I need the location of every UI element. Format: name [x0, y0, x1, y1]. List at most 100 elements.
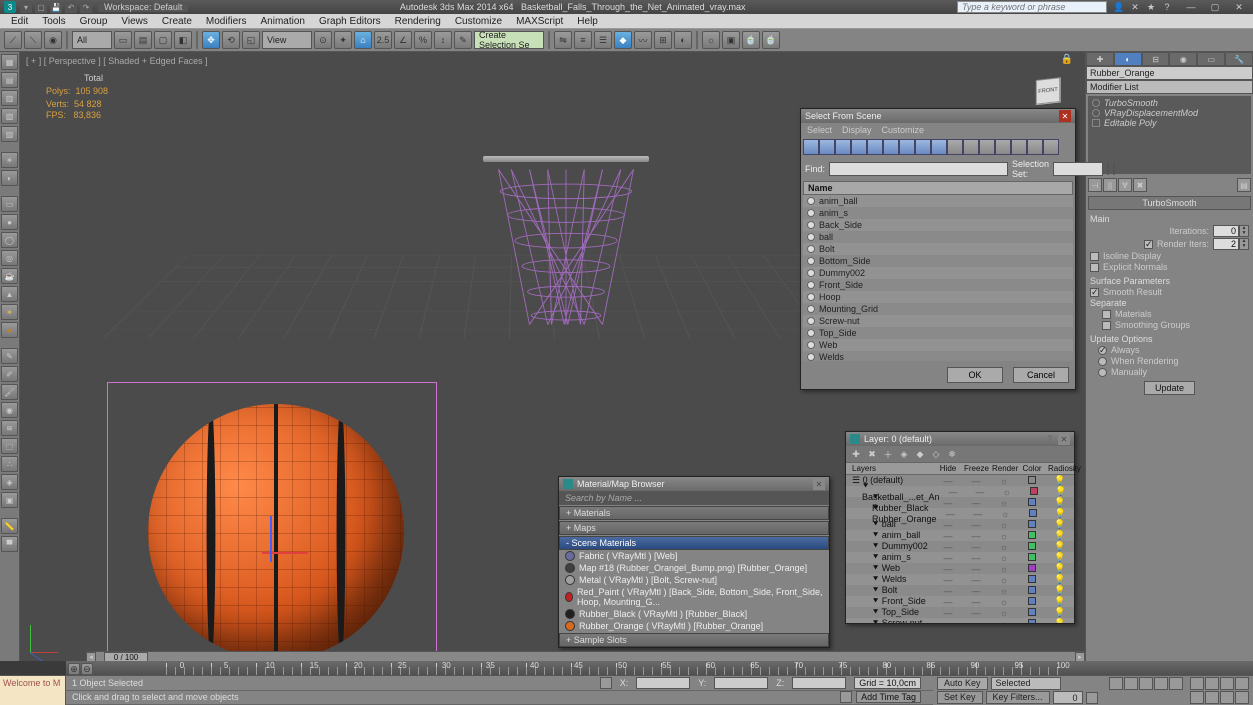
- prim-geo-icon[interactable]: ●: [1, 322, 18, 338]
- play-icon[interactable]: [1139, 677, 1153, 690]
- vnav-region-icon[interactable]: [1205, 691, 1219, 704]
- layer-row[interactable]: ⯆ Screw-nut——☼💡: [846, 618, 1074, 623]
- prim-sphere-icon[interactable]: ●: [1, 214, 18, 230]
- dlg-mat-sect-maps[interactable]: + Maps: [559, 521, 829, 535]
- material-item[interactable]: Rubber_Black ( VRayMtl ) [Rubber_Black]: [559, 608, 829, 620]
- prim-box-icon[interactable]: ▭: [1, 196, 18, 212]
- iterations-spinner[interactable]: ▲▼: [1213, 225, 1249, 237]
- favorite-icon[interactable]: ★: [1145, 1, 1157, 13]
- time-slider-next-icon[interactable]: ▸: [1075, 652, 1085, 662]
- select-icon[interactable]: ▭: [114, 31, 132, 49]
- flt-bone-icon[interactable]: [931, 139, 947, 155]
- upd-always-radio[interactable]: [1098, 346, 1107, 355]
- dlg-mat-list[interactable]: Fabric ( VRayMtl ) [Web]Map #18 (Rubber_…: [559, 550, 829, 632]
- pivot-icon[interactable]: ⊙: [314, 31, 332, 49]
- layer-row[interactable]: ⯆ Dummy002——☼💡: [846, 541, 1074, 552]
- autokey-button[interactable]: Auto Key: [937, 677, 988, 690]
- brush2-icon[interactable]: ✐: [1, 366, 18, 382]
- render-iters-check[interactable]: [1144, 240, 1153, 249]
- menu-help[interactable]: Help: [570, 16, 605, 27]
- help-search-input[interactable]: [957, 1, 1107, 13]
- flt-cam-icon[interactable]: [851, 139, 867, 155]
- measure-icon[interactable]: 📏: [1, 518, 18, 534]
- dlg-layer-close-icon[interactable]: ✕: [1058, 433, 1070, 445]
- list-item[interactable]: Back_Side: [803, 219, 1073, 231]
- layer-row[interactable]: ⯆ Web——☼💡: [846, 563, 1074, 574]
- snaptoggle-icon[interactable]: 2.5: [374, 31, 392, 49]
- manip-icon[interactable]: ✦: [334, 31, 352, 49]
- help-icon[interactable]: ?: [1161, 1, 1173, 13]
- timeconfig-icon[interactable]: [1086, 692, 1098, 704]
- layer-row[interactable]: ⯆ ball——☼💡: [846, 519, 1074, 530]
- dlg-layer-help-icon[interactable]: ?: [1047, 434, 1052, 444]
- dyn-icon[interactable]: ◈: [1, 474, 18, 490]
- menu-views[interactable]: Views: [114, 16, 155, 27]
- poly-edge-icon[interactable]: ▤: [1, 72, 18, 88]
- qundo-icon[interactable]: ↶: [65, 1, 77, 13]
- maxscript-mini-listener[interactable]: Welcome to M: [0, 676, 66, 705]
- material-item[interactable]: Red_Paint ( VRayMtl ) [Back_Side, Bottom…: [559, 586, 829, 608]
- list-item[interactable]: Front_Side: [803, 279, 1073, 291]
- workspace-selector[interactable]: Workspace: Default: [98, 2, 188, 12]
- poly-obj-icon[interactable]: ▨: [1, 126, 18, 142]
- dlg-mat-close-icon[interactable]: ✕: [813, 478, 825, 490]
- selection-filter-dropdown[interactable]: All: [72, 31, 112, 49]
- add-time-tag[interactable]: Add Time Tag: [856, 691, 921, 703]
- poly-face-icon[interactable]: ▥: [1, 90, 18, 106]
- layer-row[interactable]: ⯆ anim_ball——☼💡: [846, 530, 1074, 541]
- flt-a-icon[interactable]: [947, 139, 963, 155]
- layer-row[interactable]: ⯆ Bolt——☼💡: [846, 585, 1074, 596]
- dlg-select-list[interactable]: anim_ballanim_sBack_SideballBoltBottom_S…: [803, 195, 1073, 361]
- unique-icon[interactable]: ∀: [1118, 178, 1132, 192]
- material-item[interactable]: Map #18 (Rubber_Orangel_Bump.png) [Rubbe…: [559, 562, 829, 574]
- mirror-icon[interactable]: ⇋: [554, 31, 572, 49]
- renderiters-spinner[interactable]: ▲▼: [1213, 238, 1249, 250]
- dlg-mat-search-input[interactable]: Search by Name ...: [559, 491, 829, 505]
- curveed-icon[interactable]: 〰: [634, 31, 652, 49]
- tab-display-icon[interactable]: ▭: [1197, 52, 1225, 66]
- qsave-icon[interactable]: 💾: [50, 1, 62, 13]
- qredo-icon[interactable]: ↷: [80, 1, 92, 13]
- sep-mat-check[interactable]: [1102, 310, 1111, 319]
- selectlink-icon[interactable]: ⟋: [4, 31, 22, 49]
- list-item[interactable]: Hoop: [803, 291, 1073, 303]
- light-spot-icon[interactable]: ◐: [1, 170, 18, 186]
- dlg-select-menu-select[interactable]: Select: [807, 125, 832, 135]
- menu-grapheditors[interactable]: Graph Editors: [312, 16, 388, 27]
- vnav-max-icon[interactable]: [1235, 691, 1249, 704]
- layer-del-icon[interactable]: ✖: [865, 447, 879, 461]
- dlg-select-cancel-button[interactable]: Cancel: [1013, 367, 1069, 383]
- schview-icon[interactable]: ⊞: [654, 31, 672, 49]
- layer-new-icon[interactable]: ✚: [849, 447, 863, 461]
- prim-torus-icon[interactable]: ◎: [1, 250, 18, 266]
- flt-helper-icon[interactable]: [867, 139, 883, 155]
- light-omni-icon[interactable]: ☀: [1, 304, 18, 320]
- flt-geom-icon[interactable]: [803, 139, 819, 155]
- dlg-select-menu-customize[interactable]: Customize: [882, 125, 925, 135]
- vnav-zoomall-icon[interactable]: [1220, 677, 1234, 690]
- rectselect-icon[interactable]: ▢: [154, 31, 172, 49]
- flt-e-icon[interactable]: [1011, 139, 1027, 155]
- time-slider[interactable]: ◂ 0 / 100 ▸: [86, 651, 1085, 661]
- renderframe-icon[interactable]: ▣: [722, 31, 740, 49]
- rotate-icon[interactable]: ⟲: [222, 31, 240, 49]
- scene-object-ball[interactable]: [148, 404, 404, 660]
- dlg-mat-sect-sample[interactable]: + Sample Slots: [559, 633, 829, 647]
- tab-motion-icon[interactable]: ◉: [1169, 52, 1197, 66]
- goto-start-icon[interactable]: [1109, 677, 1123, 690]
- flt-b-icon[interactable]: [963, 139, 979, 155]
- dlg-select-opt2-icon[interactable]: [1113, 163, 1115, 175]
- renderlast-icon[interactable]: 🍵: [762, 31, 780, 49]
- unlink-icon[interactable]: ⟍: [24, 31, 42, 49]
- spinnersnap-icon[interactable]: ↕: [434, 31, 452, 49]
- dlg-select-find-input[interactable]: [829, 162, 1008, 176]
- vnav-orbit-icon[interactable]: [1220, 691, 1234, 704]
- goto-end-icon[interactable]: [1169, 677, 1183, 690]
- track-key-icon[interactable]: ⊕: [68, 663, 80, 675]
- track-bar[interactable]: ⊕ ⊖ 051015202530354045505560657075808590…: [66, 661, 1253, 675]
- menu-maxscript[interactable]: MAXScript: [509, 16, 570, 27]
- flt-c-icon[interactable]: [979, 139, 995, 155]
- material-item[interactable]: Rubber_Orange ( VRayMtl ) [Rubber_Orange…: [559, 620, 829, 632]
- minimize-icon[interactable]: —: [1185, 1, 1197, 13]
- coord-x-input[interactable]: [636, 677, 690, 689]
